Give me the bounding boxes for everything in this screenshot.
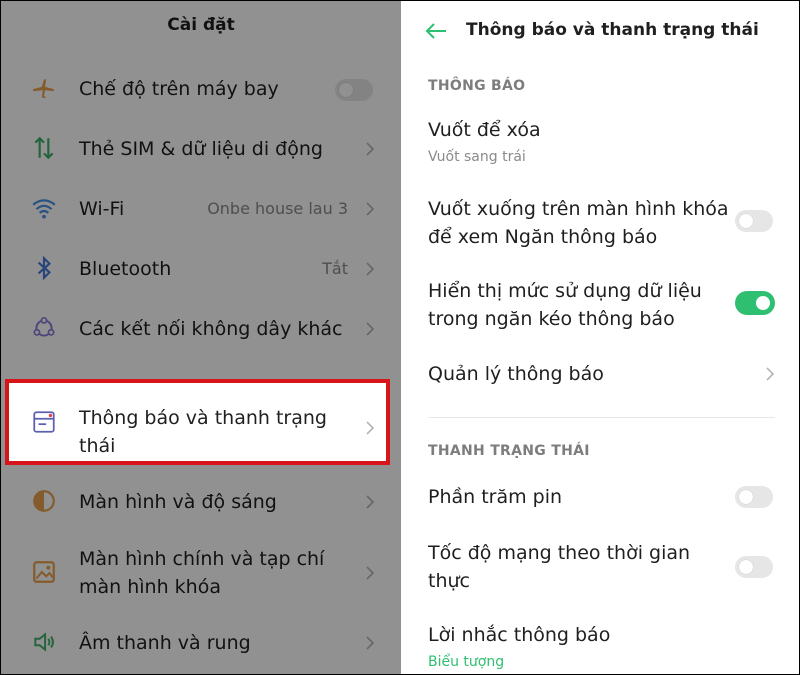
- settings-item-wifi[interactable]: Wi-Fi Onbe house lau 3: [1, 191, 401, 227]
- item-subtitle: Biểu tượng: [428, 654, 505, 670]
- item-title: Quản lý thông báo: [428, 363, 604, 385]
- back-arrow-icon[interactable]: [425, 21, 447, 41]
- item-title-line2: để xem Ngăn thông báo: [428, 226, 658, 248]
- sound-icon: [31, 629, 57, 655]
- settings-item-bluetooth[interactable]: Bluetooth Tắt: [1, 251, 401, 287]
- section-header-status-bar: THANH TRẠNG THÁI: [428, 443, 590, 459]
- settings-item-label: Chế độ trên máy bay: [79, 78, 279, 100]
- settings-item-label-line1: Màn hình chính và tạp chí: [79, 548, 325, 570]
- item-title: Vuốt để xóa: [428, 119, 541, 141]
- chevron-right-icon: [366, 322, 375, 336]
- chevron-right-icon: [766, 367, 775, 381]
- item-title-line1: Vuốt xuống trên màn hình khóa: [428, 198, 729, 220]
- settings-item-sim-data[interactable]: Thẻ SIM & dữ liệu di động: [1, 131, 401, 167]
- airplane-mode-toggle[interactable]: [335, 79, 373, 101]
- battery-percentage-toggle[interactable]: [735, 486, 773, 508]
- chevron-right-icon: [366, 262, 375, 276]
- page-title: Thông báo và thanh trạng thái: [466, 20, 759, 40]
- settings-item-display-brightness[interactable]: Màn hình và độ sáng: [1, 484, 401, 520]
- settings-title: Cài đặt: [167, 15, 235, 35]
- item-title: Phần trăm pin: [428, 486, 563, 508]
- notifications-panel: Thông báo và thanh trạng thái THÔNG BÁO …: [401, 1, 799, 674]
- item-title-line2: trong ngăn kéo thông báo: [428, 308, 675, 330]
- brightness-icon: [31, 488, 57, 514]
- settings-item-airplane-mode[interactable]: Chế độ trên máy bay: [1, 71, 401, 107]
- realtime-network-speed-toggle[interactable]: [735, 556, 773, 578]
- chevron-right-icon: [366, 421, 375, 435]
- chevron-right-icon: [366, 202, 375, 216]
- notification-bar-icon: [31, 409, 57, 435]
- chevron-right-icon: [366, 636, 375, 650]
- item-title-line2: thực: [428, 570, 470, 592]
- settings-item-home-lock-screen[interactable]: Màn hình chính và tạp chí màn hình khóa: [1, 543, 401, 603]
- show-data-usage-toggle[interactable]: [735, 291, 775, 315]
- settings-item-other-wireless[interactable]: Các kết nối không dây khác: [1, 311, 401, 347]
- item-subtitle: Vuốt sang trái: [428, 149, 526, 165]
- chevron-right-icon: [366, 142, 375, 156]
- settings-panel: Cài đặt Chế độ trên máy bay Thẻ SIM & dữ…: [1, 1, 401, 674]
- settings-item-label: Âm thanh và rung: [79, 632, 251, 654]
- settings-item-label: Wi-Fi: [79, 198, 125, 220]
- bluetooth-status: Tắt: [322, 259, 348, 278]
- screenshot-frame: Cài đặt Chế độ trên máy bay Thẻ SIM & dữ…: [0, 0, 800, 675]
- settings-item-label: Bluetooth: [79, 258, 172, 280]
- settings-item-label: Các kết nối không dây khác: [79, 318, 343, 340]
- wifi-icon: [31, 195, 57, 221]
- item-title-line1: Hiển thị mức sử dụng dữ liệu: [428, 280, 702, 302]
- settings-item-label: Màn hình và độ sáng: [79, 491, 277, 513]
- sim-data-icon: [31, 135, 57, 161]
- wifi-network-name: Onbe house lau 3: [207, 199, 348, 218]
- wireless-connections-icon: [31, 315, 57, 341]
- settings-item-label-line1: Thông báo và thanh trạng: [79, 407, 327, 429]
- swipe-down-lockscreen-toggle[interactable]: [735, 210, 773, 232]
- settings-item-notifications-status-bar[interactable]: Thông báo và thanh trạng thái: [5, 379, 390, 465]
- bluetooth-icon: [31, 255, 57, 281]
- settings-item-label: Thẻ SIM & dữ liệu di động: [79, 138, 323, 160]
- section-header-notifications: THÔNG BÁO: [428, 78, 526, 94]
- settings-item-label-line2: thái: [79, 435, 116, 457]
- section-divider: [428, 417, 775, 418]
- settings-item-label-line2: màn hình khóa: [79, 576, 221, 598]
- settings-item-sound-vibration[interactable]: Âm thanh và rung: [1, 625, 401, 661]
- chevron-right-icon: [366, 495, 375, 509]
- wallpaper-icon: [31, 559, 57, 585]
- item-title: Lời nhắc thông báo: [428, 624, 611, 646]
- chevron-right-icon: [366, 566, 375, 580]
- airplane-icon: [31, 75, 57, 101]
- item-title-line1: Tốc độ mạng theo thời gian: [428, 542, 691, 564]
